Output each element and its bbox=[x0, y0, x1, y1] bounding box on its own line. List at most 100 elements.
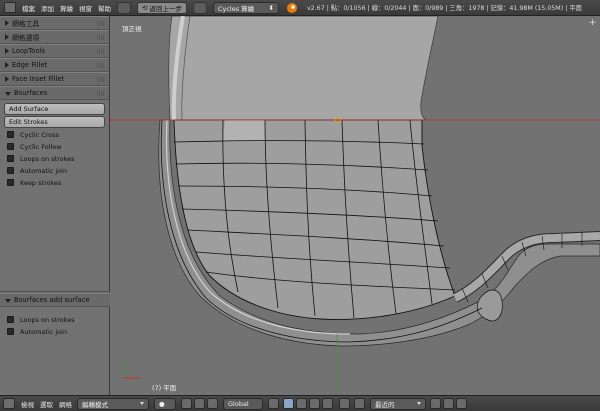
render-icon[interactable] bbox=[443, 398, 454, 409]
checkbox-label: Cyclic Cross bbox=[20, 130, 60, 139]
mode-value: 編輯模式 bbox=[82, 400, 108, 409]
viewport-canvas[interactable] bbox=[110, 16, 600, 395]
orientation-dropdown[interactable]: Global bbox=[223, 397, 263, 410]
editor-type-icon[interactable] bbox=[3, 398, 15, 409]
panel-title: 網格工具 bbox=[12, 20, 40, 28]
checkbox-box[interactable] bbox=[7, 328, 14, 335]
menu-help[interactable]: 幫助 bbox=[98, 3, 111, 13]
shading-dropdown[interactable]: ● bbox=[154, 397, 176, 410]
add-surface-button[interactable]: Add Surface bbox=[4, 103, 105, 115]
render-anim-icon[interactable] bbox=[456, 398, 467, 409]
drag-grip-icon[interactable] bbox=[97, 91, 105, 96]
face-select-icon[interactable] bbox=[309, 398, 320, 409]
menu-window[interactable]: 視窗 bbox=[79, 3, 92, 13]
drag-grip-icon[interactable] bbox=[97, 21, 105, 26]
top-menu-bar: 檔案 添加 算繪 視窗 幫助 ⟲ 返回上一步 Cycles 算繪 ⬍ v2.67… bbox=[0, 0, 600, 16]
menu-add[interactable]: 添加 bbox=[41, 3, 54, 13]
object-name-label: (7) 平面 bbox=[152, 384, 177, 392]
menu-mesh[interactable]: 網格 bbox=[59, 399, 72, 409]
checkbox-label: Keep strokes bbox=[20, 178, 62, 187]
checkbox-box[interactable] bbox=[7, 179, 14, 186]
collapsed-arrow-icon bbox=[5, 20, 9, 26]
plus-icon[interactable]: + bbox=[588, 19, 597, 28]
scene-button[interactable] bbox=[192, 1, 207, 14]
panel-title: Edge Fillet bbox=[12, 61, 48, 69]
screen-layout-button[interactable] bbox=[117, 1, 131, 14]
snap-toggle-icon[interactable] bbox=[354, 398, 365, 409]
collapsed-arrow-icon bbox=[5, 76, 9, 82]
snap-align-icon[interactable] bbox=[430, 398, 441, 409]
menu-view[interactable]: 檢視 bbox=[21, 399, 34, 409]
snap-target-dropdown[interactable]: 最近的 bbox=[370, 397, 426, 410]
op-loops-on-strokes-checkbox[interactable]: Loops on strokes bbox=[7, 314, 106, 325]
panel-title: LoopTools bbox=[12, 47, 46, 55]
undo-button[interactable]: ⟲ 返回上一步 bbox=[137, 1, 187, 14]
3d-viewport[interactable]: 頂正視 (7) 平面 + bbox=[110, 16, 600, 395]
pivot-icon[interactable] bbox=[181, 398, 192, 409]
op-automatic-join-checkbox[interactable]: Automatic join bbox=[7, 326, 106, 337]
mode-dropdown[interactable]: 編輯模式 bbox=[77, 397, 149, 410]
render-engine-dropdown[interactable]: Cycles 算繪 ⬍ bbox=[212, 1, 279, 14]
layers-icon[interactable] bbox=[268, 398, 279, 409]
edge-select-icon[interactable] bbox=[296, 398, 307, 409]
checkbox-label: Automatic join bbox=[20, 166, 68, 175]
keep-strokes-checkbox[interactable]: Keep strokes bbox=[7, 177, 105, 188]
axis-gizmo-icon bbox=[123, 362, 140, 379]
cyclic-cross-checkbox[interactable]: Cyclic Cross bbox=[7, 129, 105, 140]
occlude-icon[interactable] bbox=[322, 398, 333, 409]
shading-sphere-icon: ● bbox=[159, 399, 165, 408]
menu-select[interactable]: 選取 bbox=[40, 399, 53, 409]
selected-face bbox=[223, 120, 265, 142]
chevron-down-icon bbox=[417, 402, 421, 405]
loops-on-strokes-checkbox[interactable]: Loops on strokes bbox=[7, 153, 105, 164]
view-name-label: 頂正視 bbox=[122, 25, 142, 33]
panel-edge-fillet[interactable]: Edge Fillet bbox=[0, 58, 109, 72]
checkbox-box[interactable] bbox=[7, 143, 14, 150]
panel-face-inset-fillet[interactable]: Face Inset Fillet bbox=[0, 72, 109, 86]
panel-bsurfaces-add-surface[interactable]: Bsurfaces add surface bbox=[0, 293, 110, 307]
cyclic-follow-checkbox[interactable]: Cyclic Follow bbox=[7, 141, 105, 152]
editor-type-icon[interactable] bbox=[4, 2, 16, 13]
checkbox-label: Automatic join bbox=[20, 327, 68, 336]
edit-strokes-button[interactable]: Edit Strokes bbox=[4, 116, 105, 128]
collapsed-arrow-icon bbox=[5, 34, 9, 40]
checkbox-box[interactable] bbox=[7, 316, 14, 323]
proportional-edit-icon[interactable] bbox=[339, 398, 350, 409]
bsurfaces-panel-body: Add Surface Edit Strokes Cyclic Cross Cy… bbox=[0, 100, 109, 192]
chevron-updown-icon: ⬍ bbox=[268, 3, 274, 12]
render-engine-value: Cycles 算繪 bbox=[217, 4, 255, 13]
viewport-header: 檢視 選取 網格 編輯模式 ● Global 最近的 bbox=[0, 395, 600, 411]
panel-title: Face Inset Fillet bbox=[12, 75, 65, 83]
chevron-down-icon bbox=[140, 402, 144, 405]
checkbox-box[interactable] bbox=[7, 131, 14, 138]
panel-bsurfaces[interactable]: Bsurfaces bbox=[0, 86, 109, 100]
automatic-join-checkbox[interactable]: Automatic join bbox=[7, 165, 105, 176]
drag-grip-icon[interactable] bbox=[97, 49, 105, 54]
checkbox-label: Loops on strokes bbox=[20, 315, 75, 324]
panel-title: Bsurfaces bbox=[14, 89, 48, 97]
collapsed-arrow-icon bbox=[5, 48, 9, 54]
checkbox-box[interactable] bbox=[7, 167, 14, 174]
checkbox-box[interactable] bbox=[7, 155, 14, 162]
operator-panel-body: Loops on strokes Automatic join bbox=[0, 307, 110, 341]
drag-grip-icon[interactable] bbox=[97, 77, 105, 82]
drag-grip-icon[interactable] bbox=[97, 63, 105, 68]
manipulator-icon[interactable] bbox=[194, 398, 205, 409]
scene-stats: v2.67 | 點：0/1056 | 線：0/2044 | 面：0/989 | … bbox=[306, 5, 582, 12]
blender-logo-icon bbox=[286, 2, 297, 13]
checkbox-label: Cyclic Follow bbox=[20, 142, 62, 151]
orientation-value: Global bbox=[228, 399, 249, 408]
panel-title: 網格選項 bbox=[12, 34, 40, 42]
snap-target-value: 最近的 bbox=[375, 400, 395, 409]
shelf-divider[interactable] bbox=[0, 291, 110, 292]
panel-looptools[interactable]: LoopTools bbox=[0, 44, 109, 58]
drag-grip-icon[interactable] bbox=[97, 35, 105, 40]
checkbox-label: Loops on strokes bbox=[20, 154, 75, 163]
mesh-shell-top bbox=[168, 16, 439, 121]
menu-file[interactable]: 檔案 bbox=[22, 3, 35, 13]
translate-icon[interactable] bbox=[207, 398, 218, 409]
panel-mesh-options[interactable]: 網格選項 bbox=[0, 30, 109, 44]
menu-render[interactable]: 算繪 bbox=[60, 3, 73, 13]
vertex-select-icon[interactable] bbox=[283, 398, 294, 409]
panel-mesh-tools[interactable]: 網格工具 bbox=[0, 16, 109, 30]
